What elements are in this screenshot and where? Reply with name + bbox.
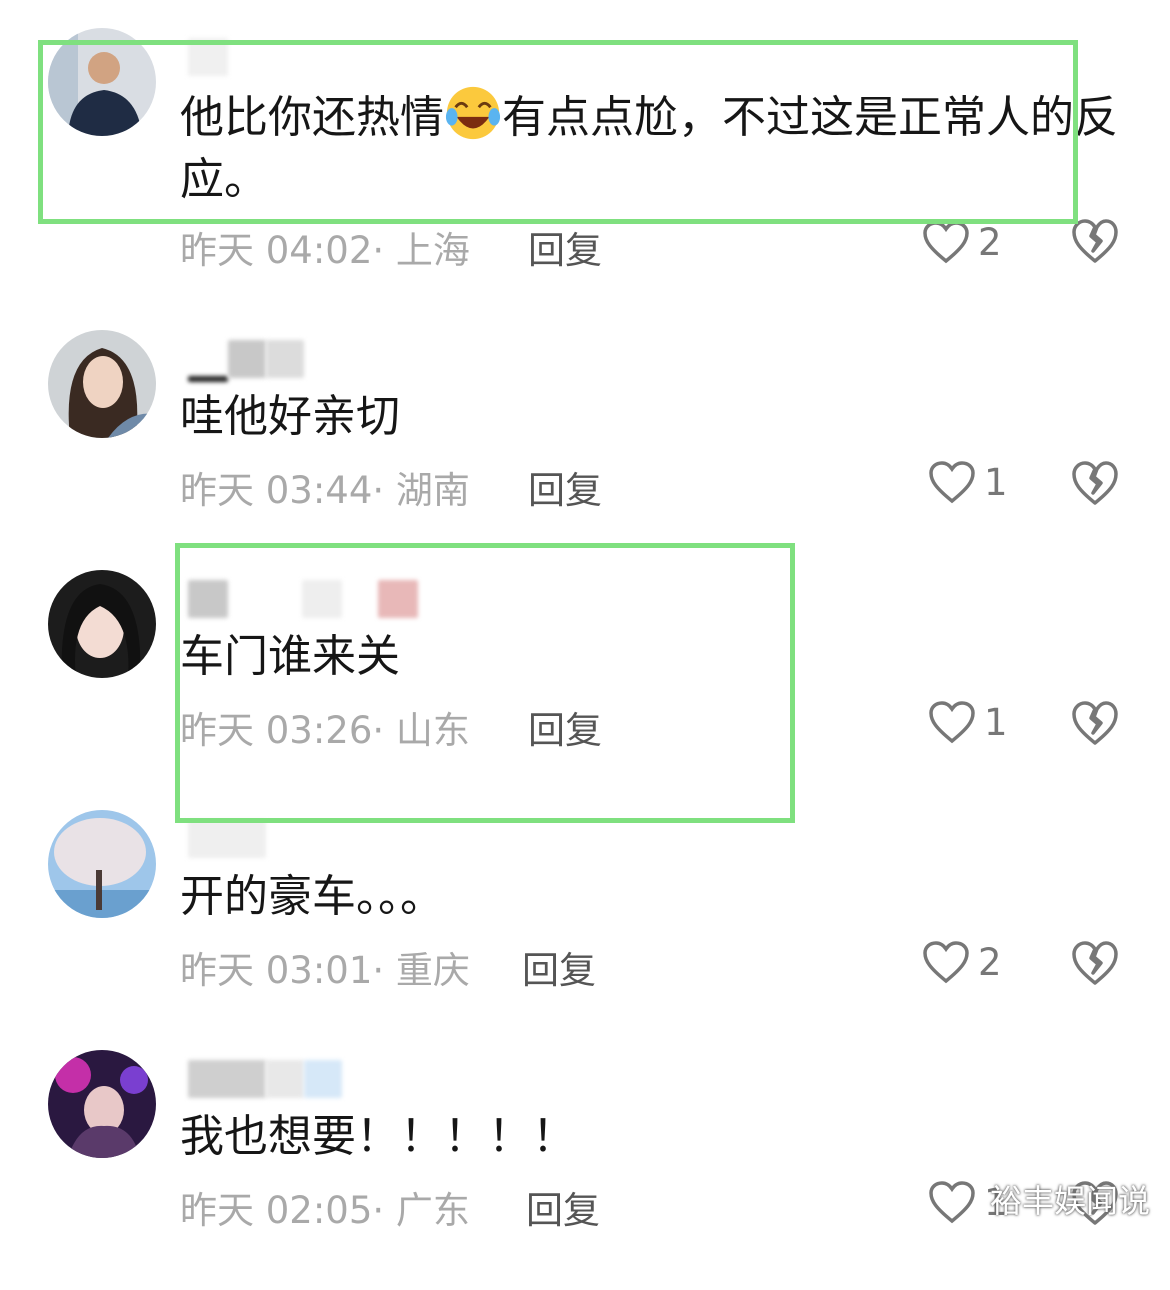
broken-heart-icon[interactable] [1072,460,1118,506]
reply-button[interactable]: 回复 [528,220,602,274]
like-button[interactable]: 2 [922,220,1002,264]
like-count: 2 [978,220,1002,264]
like-button[interactable]: 1 [928,700,1008,744]
broken-heart-icon[interactable] [1072,940,1118,986]
avatar[interactable] [48,1050,156,1158]
highlight-box [38,40,1078,224]
broken-heart-icon[interactable] [1072,700,1118,746]
comment-text: 我也想要！！！！！ [180,1111,576,1162]
comment-item: 哇他好亲切 昨天 03:44· 湖南 回复 1 [0,330,1170,570]
comment-item: 我也想要！！！！！ 昨天 02:05· 广东 回复 1 [0,1050,1170,1290]
reply-button[interactable]: 回复 [522,940,596,994]
heart-outline-icon [929,461,975,504]
like-count: 1 [984,700,1008,744]
reply-button[interactable]: 回复 [526,1180,600,1234]
comment-text: 哇他好亲切 [180,391,400,442]
comment-meta: 昨天 03:01· 重庆 [180,949,470,992]
comment-meta: 昨天 02:05· 广东 [180,1189,470,1232]
reply-button[interactable]: 回复 [528,460,602,514]
like-button[interactable]: 2 [922,940,1002,984]
comment-meta: 昨天 04:02· 上海 [180,229,470,272]
heart-outline-icon [929,1181,975,1224]
like-count: 1 [984,460,1008,504]
comment-meta: 昨天 03:44· 湖南 [180,469,470,512]
comment-text: 开的豪车。。。 [180,871,444,922]
avatar[interactable] [48,330,156,438]
avatar[interactable] [48,570,156,678]
heart-outline-icon [923,941,969,984]
like-button[interactable]: 1 [928,460,1008,504]
username-blurred [188,1060,428,1102]
watermark: 裕丰娱闻说 [990,1182,1151,1220]
heart-outline-icon [929,701,975,744]
username-blurred [188,820,428,862]
broken-heart-icon[interactable] [1072,218,1118,264]
avatar[interactable] [48,810,156,918]
like-count: 2 [978,940,1002,984]
comment-item: 开的豪车。。。 昨天 03:01· 重庆 回复 2 [0,810,1170,1050]
username-blurred [188,340,428,382]
highlight-box [175,543,795,823]
heart-outline-icon [923,221,969,264]
